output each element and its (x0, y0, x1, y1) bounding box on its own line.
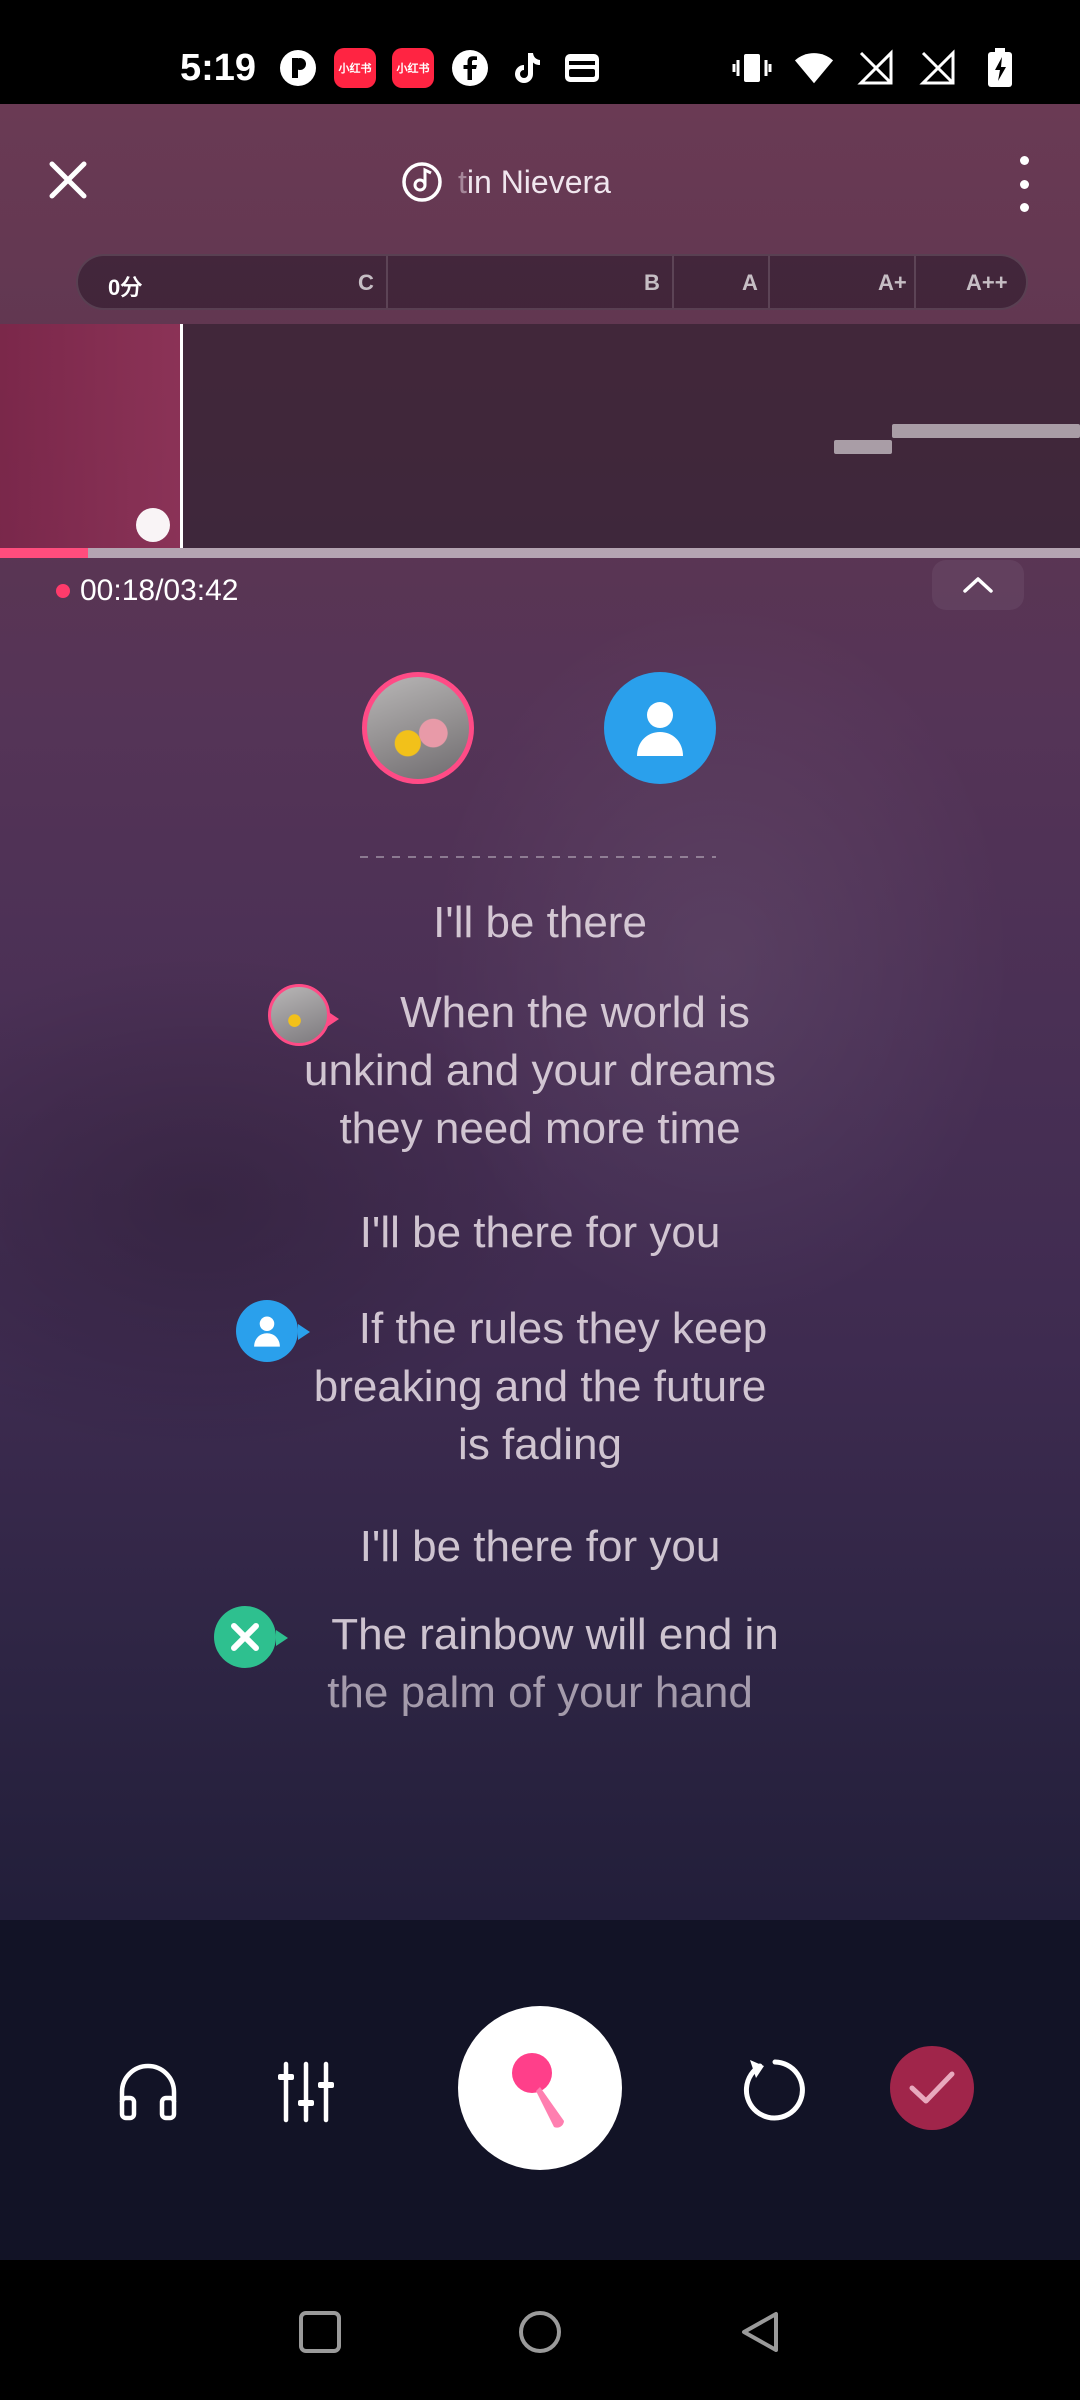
lyric-line: unkind and your dreams (303, 1046, 777, 1095)
no-signal-icon (918, 48, 958, 88)
headphones-button[interactable] (112, 2056, 184, 2128)
lyric-divider (360, 856, 716, 858)
system-nav-bar (0, 2260, 1080, 2400)
time-row: 00:18/03:42 (56, 574, 238, 608)
music-disc-icon (402, 162, 442, 202)
battery-charging-icon (980, 48, 1020, 88)
more-options-button[interactable] (1004, 156, 1044, 212)
score-value: 0分 (108, 275, 143, 300)
chorus-lyric-avatar (214, 1606, 288, 1668)
vibrate-icon (732, 48, 772, 88)
recording-dot-icon (56, 584, 70, 598)
mixer-sliders-icon (278, 2061, 334, 2123)
tiktok-icon (506, 48, 546, 88)
lyric-block: If the rules they keep breaking and the … (0, 1300, 1080, 1474)
grade-a-plus: A+ (878, 270, 907, 295)
restart-button[interactable] (738, 2052, 812, 2126)
lyric-line: When the world is (400, 988, 750, 1037)
xiaohongshu-icon: 小红书 (334, 48, 376, 88)
bottom-controls (0, 1920, 1080, 2260)
pitch-note (892, 424, 1080, 438)
collapse-button[interactable] (932, 560, 1024, 610)
record-button[interactable] (458, 2006, 622, 2170)
status-bar: 5:19 小红书 小红书 (0, 0, 1080, 104)
lyric-line: I'll be there for you (359, 1208, 721, 1257)
lyric-line: I'll be there for you (359, 1522, 721, 1571)
grade-c: C (358, 270, 374, 295)
p-app-icon (278, 48, 318, 88)
finish-button[interactable] (890, 2046, 974, 2130)
notification-icons: 小红书 小红书 (278, 48, 602, 88)
lyric-line: The rainbow will end in (331, 1610, 779, 1659)
lyric-block: The rainbow will end in the palm of your… (0, 1606, 1080, 1722)
wifi-icon (794, 48, 834, 88)
lyric-line: is fading (458, 1420, 622, 1469)
square-recents-icon (299, 2311, 341, 2353)
back-button[interactable] (738, 2310, 782, 2359)
lyric-line: I'll be there (433, 898, 647, 947)
song-title: tin Nievera (458, 164, 611, 200)
grade-a: A (742, 270, 758, 295)
score-bar: 0分 C B A A+ A++ (76, 254, 1028, 310)
singer-b-avatar[interactable] (604, 672, 716, 784)
headphones-icon (119, 2063, 177, 2121)
chorus-icon (231, 1623, 259, 1651)
pitch-indicator (136, 508, 170, 542)
lyric-line: they need more time (339, 1104, 741, 1153)
user-icon (637, 702, 683, 756)
sound-mixer-button[interactable] (270, 2056, 342, 2128)
singer-a-avatar[interactable] (362, 672, 474, 784)
lyric-block: When the world is unkind and your dreams… (0, 984, 1080, 1158)
pitch-cursor (180, 324, 183, 548)
status-time: 5:19 (180, 47, 257, 89)
no-signal-icon (856, 48, 896, 88)
karaoke-screen: 5:19 小红书 小红书 tin Nievera 0分 C B A A+ A++… (0, 0, 1080, 2400)
lyric-line: breaking and the future (313, 1362, 767, 1411)
system-status-icons (732, 48, 1020, 88)
home-button[interactable] (518, 2310, 562, 2359)
singer-b-lyric-avatar (236, 1300, 310, 1362)
playback-time: 00:18/03:42 (80, 574, 239, 607)
chevron-up-icon (963, 577, 993, 593)
more-dots-icon (1019, 156, 1029, 165)
lyric-line: If the rules they keep (358, 1304, 768, 1353)
grade-a-plus-plus: A++ (966, 270, 1008, 295)
user-icon (254, 1316, 280, 1347)
wallet-icon (562, 48, 602, 88)
checkmark-icon (909, 2071, 955, 2104)
facebook-icon (450, 48, 490, 88)
progress-bar[interactable] (0, 548, 1080, 558)
top-bar: tin Nievera (0, 104, 1080, 254)
xiaohongshu-icon: 小红书 (392, 48, 434, 88)
singer-a-lyric-avatar (268, 984, 339, 1046)
microphone-icon (512, 2053, 564, 2128)
song-title-area[interactable]: tin Nievera (400, 160, 611, 204)
pitch-track (0, 324, 1080, 548)
close-button[interactable] (42, 154, 94, 206)
progress-fill (0, 548, 88, 558)
retry-icon (743, 2059, 805, 2121)
recents-button[interactable] (298, 2310, 342, 2359)
triangle-back-icon (742, 2312, 778, 2352)
circle-home-icon (519, 2311, 561, 2353)
grade-b: B (644, 270, 660, 295)
lyric-line: the palm of your hand (327, 1668, 753, 1717)
pitch-note (834, 440, 892, 454)
close-icon (49, 161, 87, 199)
